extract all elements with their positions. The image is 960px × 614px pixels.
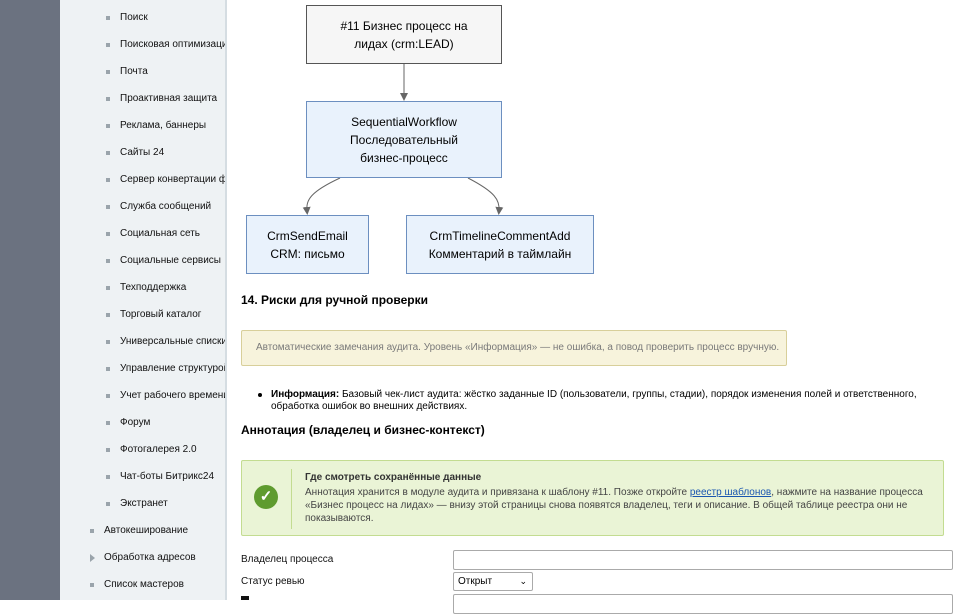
bullet-icon <box>106 367 110 371</box>
diagram-node-root[interactable]: #11 Бизнес процесс на лидах (crm:LEAD) <box>306 5 502 64</box>
status-select-value: Открыт <box>458 576 493 587</box>
success-text: Аннотация хранится в модуле аудита и при… <box>305 486 925 525</box>
sidebar-item-autocache[interactable]: Автокеширование <box>90 524 188 538</box>
bullet-icon <box>106 394 110 398</box>
section-heading-risks: 14. Риски для ручной проверки <box>241 293 428 307</box>
diagram-node-email[interactable]: CrmSendEmail CRM: письмо <box>246 215 369 274</box>
bullet-icon <box>106 448 110 452</box>
success-text-part: Аннотация хранится в модуле аудита и при… <box>305 487 690 498</box>
bullet-icon <box>106 475 110 479</box>
connector-workflow-email <box>302 177 341 215</box>
node-text: #11 Бизнес процесс на <box>340 18 468 33</box>
sidebar-item-forum[interactable]: Форум <box>106 416 150 430</box>
sidebar-item-label: Экстранет <box>120 498 168 509</box>
sidebar-item-catalog[interactable]: Торговый каталог <box>106 308 201 322</box>
sidebar-item-label: Универсальные списки <box>120 336 225 347</box>
bullet-icon <box>106 421 110 425</box>
info-text: Базовый чек-лист аудита: жёстко заданные… <box>271 389 917 412</box>
chevron-down-icon: ⌄ <box>519 576 527 586</box>
node-text: CrmTimelineCommentAdd <box>429 228 571 243</box>
node-text: SequentialWorkflow <box>351 114 457 129</box>
sidebar-item-label: Торговый каталог <box>120 309 202 320</box>
warning-text: Автоматические замечания аудита. Уровень… <box>256 342 780 353</box>
node-text: Последовательный <box>350 132 458 147</box>
sidebar-item-label: Форум <box>120 417 151 428</box>
next-field-label-fragment <box>241 596 249 600</box>
sidebar-item-label: Обработка адресов <box>104 552 196 563</box>
sidebar-item-lists[interactable]: Универсальные списки <box>106 335 225 349</box>
success-title: Где смотреть сохранённые данные <box>305 472 482 483</box>
connector-workflow-comment <box>467 177 504 215</box>
bullet-icon <box>90 529 94 533</box>
sidebar-item-label: Чат-боты Битрикс24 <box>120 471 215 482</box>
registry-link[interactable]: реестр шаблонов <box>690 487 771 498</box>
bullet-icon <box>90 583 94 587</box>
sidebar-item-extranet[interactable]: Экстранет <box>106 497 168 511</box>
divider <box>291 469 292 529</box>
success-box: ✓ Где смотреть сохранённые данные Аннота… <box>241 460 944 536</box>
sidebar-item-structure[interactable]: Управление структурой <box>106 362 225 376</box>
node-text: лидах (crm:LEAD) <box>354 36 454 51</box>
node-text: CRM: письмо <box>270 246 345 261</box>
sidebar-item-label: Список мастеров <box>104 579 184 590</box>
sidebar-item-label: Автокеширование <box>104 525 189 536</box>
expand-arrow-icon[interactable] <box>90 554 95 562</box>
owner-label: Владелец процесса <box>241 554 334 565</box>
status-label: Статус ревью <box>241 576 305 587</box>
diagram-node-workflow[interactable]: SequentialWorkflow Последовательный бизн… <box>306 101 502 178</box>
bullet-icon <box>106 313 110 317</box>
sidebar-item-timeman[interactable]: Учет рабочего времени <box>106 389 225 403</box>
info-label: Информация: <box>271 389 340 400</box>
bullet-icon <box>106 502 110 506</box>
sidebar-item-label: Управление структурой <box>120 363 225 374</box>
bullet-icon <box>106 340 110 344</box>
sidebar-item-address[interactable]: Обработка адресов <box>90 551 196 565</box>
info-list-item: Информация: Базовый чек-лист аудита: жёс… <box>258 389 919 413</box>
diagram-node-comment[interactable]: CrmTimelineCommentAdd Комментарий в тайм… <box>406 215 594 274</box>
status-select[interactable]: Открыт ⌄ <box>453 572 533 591</box>
bullet-icon <box>258 393 262 397</box>
sidebar-item-label: Фотогалерея 2.0 <box>120 444 197 455</box>
check-icon: ✓ <box>254 485 278 509</box>
sidebar-item-photogallery[interactable]: Фотогалерея 2.0 <box>106 443 197 457</box>
sidebar-item-label: Учет рабочего времени <box>120 390 225 401</box>
owner-input[interactable] <box>453 550 953 570</box>
node-text: CrmSendEmail <box>267 228 348 243</box>
section-heading-annotation: Аннотация (владелец и бизнес-контекст) <box>241 423 485 437</box>
sidebar-item-chatbots[interactable]: Чат-боты Битрикс24 <box>106 470 214 484</box>
next-field-input[interactable] <box>453 594 953 614</box>
node-text: Комментарий в таймлайн <box>428 246 572 261</box>
node-text: бизнес-процесс <box>360 150 448 165</box>
warning-box: Автоматические замечания аудита. Уровень… <box>241 330 787 366</box>
sidebar-item-wizards[interactable]: Список мастеров <box>90 578 184 592</box>
